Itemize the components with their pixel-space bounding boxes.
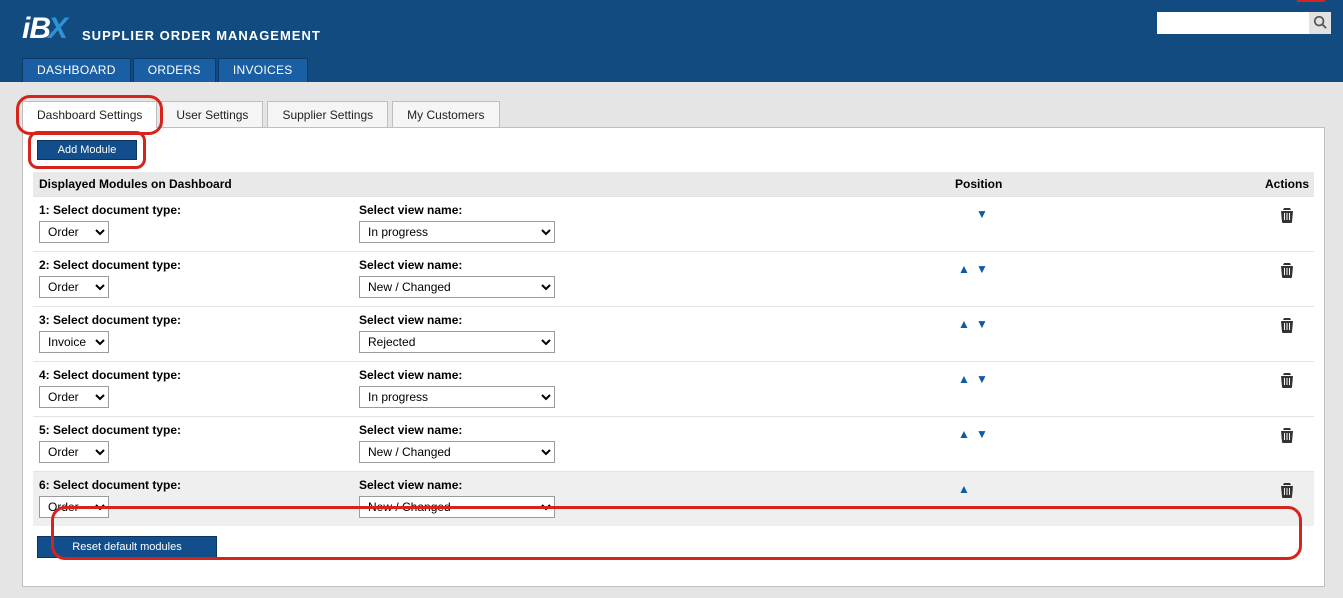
module-row: 1: Select document type: OrderInvoice Sele… — [33, 197, 1314, 252]
move-up-icon[interactable]: ▲ — [955, 372, 973, 386]
logo-text-x: X — [48, 12, 68, 46]
doc-type-label: 6: Select document type: — [39, 478, 347, 492]
view-name-select[interactable]: In progressNew / ChangedRejected — [359, 386, 555, 408]
doc-type-select[interactable]: OrderInvoice — [39, 386, 109, 408]
doc-type-label: 1: Select document type: — [39, 203, 347, 217]
doc-type-label: 3: Select document type: — [39, 313, 347, 327]
view-label: Select view name: — [359, 258, 943, 272]
reset-default-modules-button[interactable]: Reset default modules — [37, 536, 217, 558]
subtab-label: User Settings — [176, 108, 248, 122]
view-label: Select view name: — [359, 478, 943, 492]
view-label: Select view name: — [359, 368, 943, 382]
doc-type-select[interactable]: OrderInvoice — [39, 496, 109, 518]
doc-type-select[interactable]: OrderInvoice — [39, 276, 109, 298]
move-up-icon[interactable]: ▲ — [955, 262, 973, 276]
mainnav-item-orders[interactable]: ORDERS — [133, 58, 216, 82]
view-name-select[interactable]: In progressNew / ChangedRejected — [359, 276, 555, 298]
delete-icon[interactable] — [1280, 207, 1294, 223]
main-nav: DASHBOARDORDERSINVOICES — [0, 58, 1343, 82]
doc-type-label: 2: Select document type: — [39, 258, 347, 272]
doc-type-label: 5: Select document type: — [39, 423, 347, 437]
move-down-icon[interactable]: ▼ — [973, 262, 991, 276]
delete-icon[interactable] — [1280, 427, 1294, 443]
module-row: 2: Select document type: OrderInvoice Sele… — [33, 252, 1314, 307]
module-row: 3: Select document type: OrderInvoice Sele… — [33, 307, 1314, 362]
delete-icon[interactable] — [1280, 317, 1294, 333]
move-down-icon[interactable]: ▼ — [973, 317, 991, 331]
move-up-icon[interactable]: ▲ — [955, 317, 973, 331]
subtab-user-settings[interactable]: User Settings — [161, 101, 263, 128]
move-up-placeholder — [955, 207, 973, 221]
col-header-actions: Actions — [1259, 172, 1314, 197]
subtab-bar: Dashboard Settings User Settings Supplier … — [22, 100, 1325, 127]
settings-panel: Add Module Displayed Modules on Dashboar… — [22, 127, 1325, 587]
search-input[interactable] — [1157, 12, 1309, 34]
move-down-icon[interactable]: ▼ — [973, 427, 991, 441]
search-button[interactable] — [1309, 12, 1331, 34]
module-row: 5: Select document type: OrderInvoice Sele… — [33, 417, 1314, 472]
app-logo: iBX — [22, 12, 68, 46]
add-module-wrap: Add Module — [37, 140, 137, 160]
view-name-select[interactable]: In progressNew / ChangedRejected — [359, 221, 555, 243]
content-frame: Dashboard Settings User Settings Supplier … — [22, 100, 1325, 587]
subtab-my-customers[interactable]: My Customers — [392, 101, 499, 128]
app-title: SUPPLIER ORDER MANAGEMENT — [82, 28, 321, 43]
subtab-label: Dashboard Settings — [37, 108, 142, 122]
logo-text-ib: iB — [22, 12, 50, 46]
module-row: 6: Select document type: OrderInvoice Sele… — [33, 472, 1314, 527]
subtab-label: My Customers — [407, 108, 484, 122]
move-down-icon[interactable]: ▼ — [973, 207, 991, 221]
view-name-select[interactable]: In progressNew / ChangedRejected — [359, 496, 555, 518]
doc-type-select[interactable]: OrderInvoice — [39, 331, 109, 353]
module-row: 4: Select document type: OrderInvoice Sele… — [33, 362, 1314, 417]
global-search — [1157, 12, 1331, 34]
mainnav-item-invoices[interactable]: INVOICES — [218, 58, 308, 82]
move-up-icon[interactable]: ▲ — [955, 482, 973, 496]
delete-icon[interactable] — [1280, 262, 1294, 278]
view-name-select[interactable]: In progressNew / ChangedRejected — [359, 331, 555, 353]
subtab-label: Supplier Settings — [282, 108, 373, 122]
subtab-supplier-settings[interactable]: Supplier Settings — [267, 101, 388, 128]
view-label: Select view name: — [359, 423, 943, 437]
doc-type-select[interactable]: OrderInvoice — [39, 441, 109, 463]
modules-table: Displayed Modules on Dashboard Position … — [33, 172, 1314, 526]
subtab-dashboard-settings[interactable]: Dashboard Settings — [22, 101, 157, 128]
view-label: Select view name: — [359, 203, 943, 217]
col-header-modules: Displayed Modules on Dashboard — [33, 172, 949, 197]
view-name-select[interactable]: In progressNew / ChangedRejected — [359, 441, 555, 463]
view-label: Select view name: — [359, 313, 943, 327]
delete-icon[interactable] — [1280, 482, 1294, 498]
move-up-icon[interactable]: ▲ — [955, 427, 973, 441]
doc-type-label: 4: Select document type: — [39, 368, 347, 382]
doc-type-select[interactable]: OrderInvoice — [39, 221, 109, 243]
add-module-button[interactable]: Add Module — [37, 140, 137, 160]
search-icon — [1313, 15, 1327, 32]
col-header-position: Position — [949, 172, 1259, 197]
app-banner: iBX SUPPLIER ORDER MANAGEMENT — [0, 0, 1343, 58]
mainnav-item-dashboard[interactable]: DASHBOARD — [22, 58, 131, 82]
delete-icon[interactable] — [1280, 372, 1294, 388]
top-red-accent — [1297, 0, 1325, 2]
move-down-icon[interactable]: ▼ — [973, 372, 991, 386]
